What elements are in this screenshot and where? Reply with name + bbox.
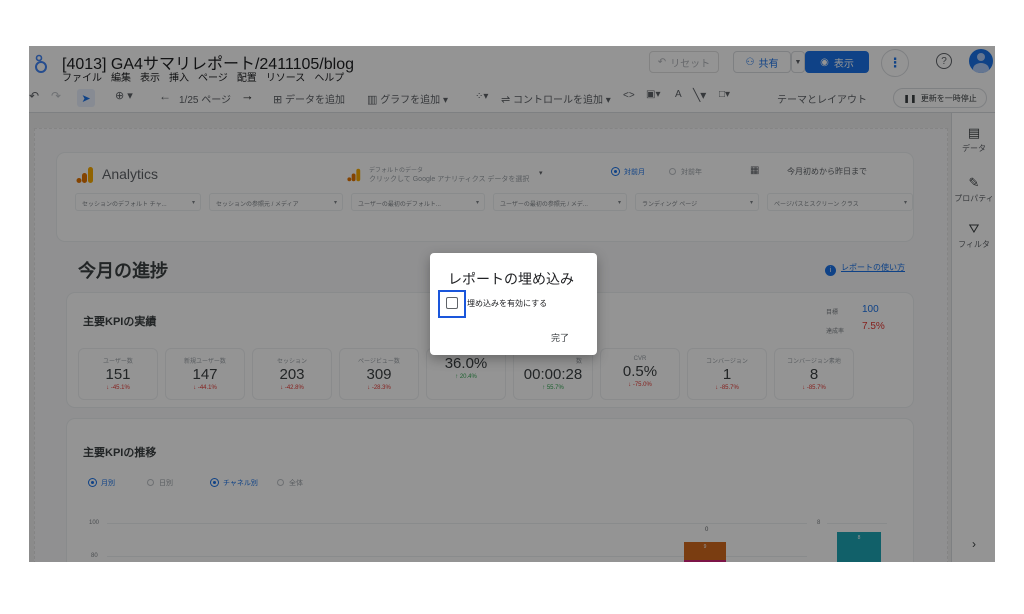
- done-button[interactable]: 完了: [540, 330, 580, 346]
- enable-embed-label[interactable]: 埋め込みを有効にする: [467, 298, 547, 309]
- dialog-title: レポートの埋め込み: [448, 271, 574, 287]
- embed-report-dialog: レポートの埋め込み 埋め込みを有効にする 完了: [430, 253, 597, 355]
- app-window: [4013] GA4サマリレポート/2411105/blog ファイル 編集 表示挿…: [29, 46, 995, 562]
- enable-embed-checkbox[interactable]: [446, 297, 458, 309]
